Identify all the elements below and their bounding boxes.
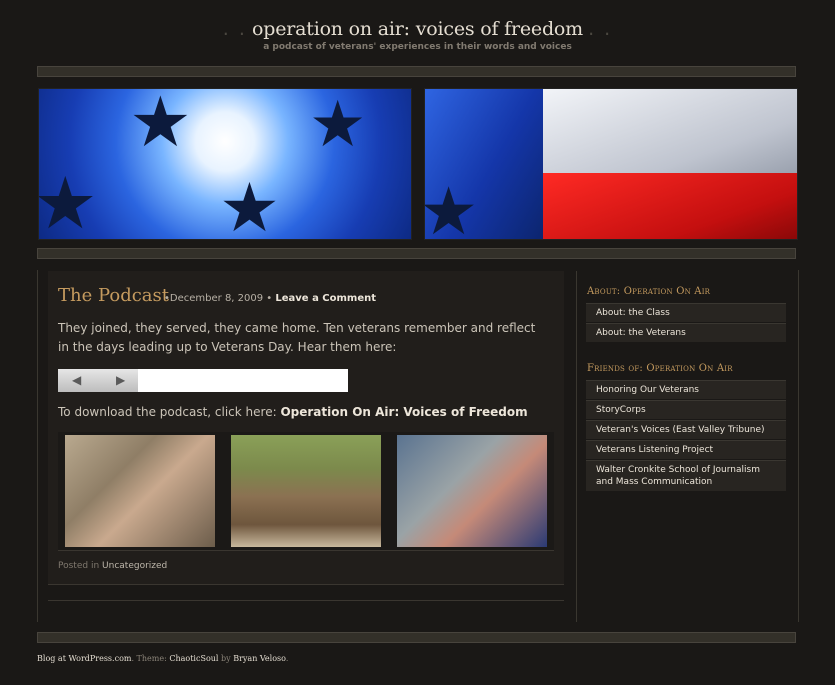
flag-white-stripe bbox=[543, 89, 797, 173]
star-shape: ★ bbox=[38, 161, 98, 240]
banner-flag-stars-image: ★ ★ ★ ★ bbox=[38, 88, 412, 240]
friends-links-list: Honoring Our Veterans StoryCorps Veteran… bbox=[586, 380, 786, 492]
author-link[interactable]: Bryan Veloso bbox=[233, 654, 286, 663]
footer-end: . bbox=[285, 654, 289, 663]
theme-link[interactable]: ChaoticSoul bbox=[169, 654, 218, 663]
by-label: by bbox=[221, 654, 231, 663]
star-shape: ★ bbox=[309, 88, 367, 162]
post-entry: The Podcast •December 8, 2009 • Leave a … bbox=[48, 271, 564, 585]
download-text: To download the podcast, click here: bbox=[58, 405, 277, 419]
gallery-photo-combat-boots[interactable] bbox=[231, 435, 381, 547]
sidebar-item-honoring-veterans[interactable]: Honoring Our Veterans bbox=[586, 380, 786, 399]
sidebar-heading-friends: Friends of: Operation On Air bbox=[587, 363, 733, 374]
gallery-photo-soldiers-clapping[interactable] bbox=[65, 435, 215, 547]
theme-label: . Theme: bbox=[131, 654, 167, 663]
star-shape: ★ bbox=[129, 88, 192, 163]
leave-comment-link[interactable]: Leave a Comment bbox=[275, 293, 376, 304]
site-header: . . operation on air: voices of freedom … bbox=[0, 18, 835, 52]
post-body-text: They joined, they served, they came home… bbox=[58, 321, 536, 354]
sidebar-item-storycorps[interactable]: StoryCorps bbox=[586, 400, 786, 419]
sidebar-item-cronkite-school[interactable]: Walter Cronkite School of Journalism and… bbox=[586, 460, 786, 491]
flag-blue-field: ★ bbox=[425, 89, 543, 239]
audio-player[interactable]: ◀ ▶ bbox=[58, 369, 348, 392]
footer-divider-bar bbox=[37, 632, 796, 643]
wordpress-link[interactable]: Blog at WordPress.com bbox=[37, 654, 131, 663]
star-shape: ★ bbox=[424, 173, 479, 240]
photo-gallery bbox=[58, 432, 554, 551]
sidebar-heading-about: About: Operation On Air bbox=[587, 286, 711, 297]
sidebar-item-veterans-voices[interactable]: Veteran's Voices (East Valley Tribune) bbox=[586, 420, 786, 439]
banner-divider-bar bbox=[37, 248, 796, 259]
star-shape: ★ bbox=[219, 169, 280, 240]
play-icon[interactable]: ▶ bbox=[116, 374, 125, 387]
sidebar: About: Operation On Air About: the Class… bbox=[576, 271, 797, 622]
title-dots-right: . . bbox=[588, 18, 613, 40]
category-link[interactable]: Uncategorized bbox=[102, 561, 167, 571]
sidebar-item-veterans-listening[interactable]: Veterans Listening Project bbox=[586, 440, 786, 459]
banner-texas-flag-image: ★ bbox=[424, 88, 798, 240]
sidebar-item-about-class[interactable]: About: the Class bbox=[586, 303, 786, 322]
site-tagline: a podcast of veterans' experiences in th… bbox=[263, 42, 572, 52]
meta-bullet: • bbox=[266, 293, 273, 304]
header-divider-bar bbox=[37, 66, 796, 77]
about-links-list: About: the Class About: the Veterans bbox=[586, 303, 786, 343]
player-controls: ◀ ▶ bbox=[58, 369, 138, 392]
post-title[interactable]: The Podcast bbox=[58, 285, 169, 306]
post-footer: Posted in Uncategorized bbox=[58, 561, 167, 571]
sidebar-item-about-veterans[interactable]: About: the Veterans bbox=[586, 323, 786, 342]
post-meta: •December 8, 2009 • Leave a Comment bbox=[164, 293, 376, 304]
site-footer: Blog at WordPress.com. Theme: ChaoticSou… bbox=[37, 654, 288, 663]
site-title[interactable]: operation on air: voices of freedom bbox=[252, 18, 583, 40]
title-dots-left: . . bbox=[222, 18, 247, 40]
volume-icon[interactable]: ◀ bbox=[72, 374, 81, 387]
gallery-photo-soldier-family[interactable] bbox=[397, 435, 547, 547]
flag-red-stripe bbox=[543, 173, 797, 239]
download-line: To download the podcast, click here: Ope… bbox=[58, 405, 528, 419]
posted-in-label: Posted in bbox=[58, 561, 100, 571]
post-separator bbox=[48, 600, 564, 601]
post-date: December 8, 2009 bbox=[169, 293, 264, 304]
download-podcast-link[interactable]: Operation On Air: Voices of Freedom bbox=[280, 405, 527, 419]
